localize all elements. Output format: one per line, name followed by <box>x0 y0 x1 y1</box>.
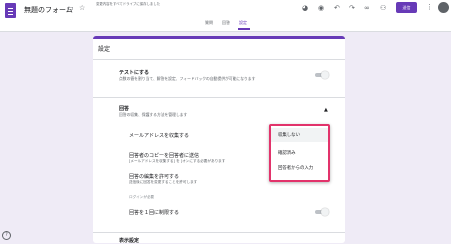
collapse-icon[interactable]: ▲ <box>324 107 328 113</box>
allow-edit-label: 回答の編集を許可する <box>129 174 180 180</box>
tab-responses[interactable]: 回答 <box>222 20 230 26</box>
limit-one-label: 回答を１回に制限する <box>129 210 180 216</box>
send-copy-sub: [メールアドレスを収集する] を [オンにする必要があります <box>129 159 226 163</box>
signin-required-label: ログインが必要 <box>129 195 155 199</box>
dropdown-option-verified[interactable]: 確認済み <box>278 150 296 156</box>
more-icon[interactable]: ⋮ <box>426 3 433 11</box>
undo-icon[interactable]: ↶ <box>334 4 340 13</box>
limit-one-toggle[interactable] <box>315 208 329 216</box>
divider <box>93 59 345 60</box>
responses-title: 回答 <box>119 106 130 112</box>
divider <box>93 232 345 233</box>
settings-title: 設定 <box>98 46 111 53</box>
star-icon[interactable]: ☆ <box>79 3 85 13</box>
allow-edit-sub: 送信後に回答を変更することを許可します <box>129 180 198 184</box>
palette-icon[interactable]: ◕ <box>302 4 308 13</box>
dropdown-option-responder-input[interactable]: 回答者からの入力 <box>278 165 313 171</box>
collect-email-dropdown-menu[interactable]: 収集しない 確認済み 回答者からの入力 <box>269 124 330 182</box>
folder-icon[interactable]: ▭ <box>67 3 74 13</box>
quiz-title: テストにする <box>119 70 150 76</box>
quiz-toggle[interactable] <box>315 71 329 79</box>
active-tab-indicator <box>238 28 250 30</box>
preview-icon[interactable]: ◉ <box>318 4 324 13</box>
tab-questions[interactable]: 質問 <box>205 20 213 26</box>
dropdown-option-do-not-collect[interactable]: 収集しない <box>278 132 300 138</box>
divider <box>93 97 345 98</box>
quiz-desc: 点数の値を割り当て、解答を設定、フィードバックの自動提供が可能になります <box>119 76 256 81</box>
help-icon[interactable]: ? <box>2 231 11 240</box>
send-copy-label: 回答者のコピーを回答者に送信 <box>129 153 200 159</box>
redo-icon[interactable]: ↷ <box>349 4 355 13</box>
collect-email-label: メールアドレスを収集する <box>129 133 190 139</box>
add-collaborator-icon[interactable]: ⚇ <box>380 4 386 13</box>
responses-desc: 回答の収集、保護する方法を管理します <box>119 112 188 117</box>
save-status: 変更内容をすべてドライブに保存しました <box>96 2 161 6</box>
send-button[interactable]: 送信 <box>396 2 417 13</box>
google-forms-logo[interactable] <box>5 3 16 18</box>
link-icon[interactable]: ∞ <box>364 4 370 13</box>
tab-settings[interactable]: 設定 <box>239 20 247 26</box>
avatar[interactable] <box>438 2 449 13</box>
app-header: 無題のフォーム ▭ ☆ 変更内容をすべてドライブに保存しました ◕ ◉ ↶ ↷ … <box>0 0 451 32</box>
form-title[interactable]: 無題のフォーム <box>24 5 73 15</box>
